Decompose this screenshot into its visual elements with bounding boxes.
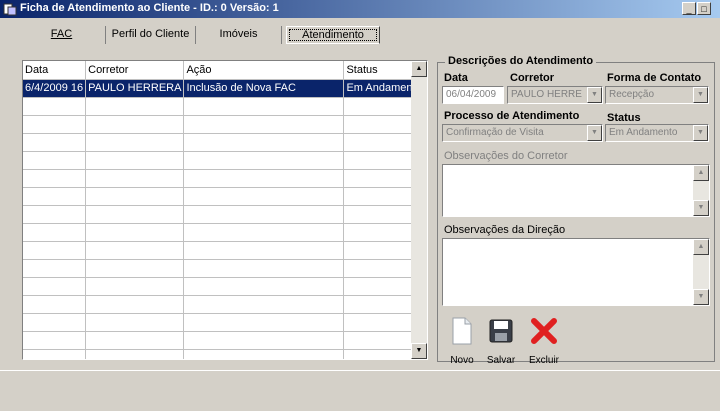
- tab-fac[interactable]: FAC: [18, 26, 106, 44]
- tab-atendimento[interactable]: Atendimento: [286, 26, 380, 44]
- corretor-label: Corretor: [510, 72, 555, 84]
- atendimentos-grid[interactable]: Data Corretor Ação Status 6/4/2009 16 PA…: [22, 60, 428, 360]
- delete-x-icon: [531, 318, 557, 344]
- obs-corretor-scrollbar[interactable]: ▲ ▼: [693, 165, 709, 216]
- table-row-empty[interactable]: [23, 223, 425, 242]
- novo-button[interactable]: Novo: [444, 316, 480, 366]
- dropdown-arrow-icon[interactable]: ▼: [693, 125, 708, 141]
- obs-corretor-label: Observações do Corretor: [444, 150, 568, 162]
- obs-direcao-scrollbar[interactable]: ▲ ▼: [693, 239, 709, 305]
- atendimentos-table: Data Corretor Ação Status 6/4/2009 16 PA…: [23, 61, 425, 359]
- obs-corretor-textarea[interactable]: ▲ ▼: [442, 164, 710, 217]
- scroll-down-arrow-icon[interactable]: ▼: [411, 343, 427, 359]
- cell-corretor: PAULO HERRERA: [85, 79, 185, 98]
- excluir-button[interactable]: Excluir: [524, 316, 564, 366]
- tab-perfil-do-cliente[interactable]: Perfil do Cliente: [106, 26, 196, 44]
- scroll-up-arrow-icon[interactable]: ▲: [693, 239, 709, 255]
- processo-label: Processo de Atendimento: [444, 110, 580, 122]
- cell-data: 6/4/2009 16: [23, 79, 87, 98]
- column-header-acao[interactable]: Ação: [183, 61, 345, 80]
- scroll-down-arrow-icon[interactable]: ▼: [693, 200, 709, 216]
- table-row-empty[interactable]: [23, 115, 425, 134]
- maximize-button[interactable]: □: [697, 2, 711, 15]
- group-title: Descrições do Atendimento: [445, 55, 597, 67]
- table-row-empty[interactable]: [23, 151, 425, 170]
- table-row-empty[interactable]: [23, 259, 425, 278]
- tab-imoveis[interactable]: Imóveis: [196, 26, 282, 44]
- obs-direcao-label: Observações da Direção: [444, 224, 566, 236]
- column-header-corretor[interactable]: Corretor: [85, 61, 185, 80]
- new-document-icon: [452, 317, 472, 345]
- floppy-disk-icon: [489, 319, 513, 343]
- salvar-button[interactable]: Salvar: [482, 316, 520, 366]
- column-header-data[interactable]: Data: [23, 61, 87, 80]
- forma-contato-label: Forma de Contato: [607, 72, 702, 84]
- dropdown-arrow-icon[interactable]: ▼: [693, 87, 708, 103]
- data-field[interactable]: 06/04/2009: [442, 86, 504, 104]
- table-row-empty[interactable]: [23, 295, 425, 314]
- table-row-empty[interactable]: [23, 133, 425, 152]
- table-row-empty[interactable]: [23, 241, 425, 260]
- scroll-up-arrow-icon[interactable]: ▲: [693, 165, 709, 181]
- status-label: Status: [607, 112, 641, 124]
- processo-select[interactable]: Confirmação de Visita ▼: [442, 124, 603, 142]
- table-row-empty[interactable]: [23, 169, 425, 188]
- table-row-empty[interactable]: [23, 331, 425, 350]
- table-row-empty[interactable]: [23, 349, 425, 359]
- dropdown-arrow-icon[interactable]: ▼: [587, 125, 602, 141]
- window-title-bar[interactable]: Ficha de Atendimento ao Cliente - ID.: 0…: [0, 0, 720, 18]
- forma-contato-select[interactable]: Recepção ▼: [605, 86, 709, 104]
- table-row-empty[interactable]: [23, 205, 425, 224]
- obs-direcao-textarea[interactable]: ▲ ▼: [442, 238, 710, 306]
- dropdown-arrow-icon[interactable]: ▼: [587, 87, 602, 103]
- table-row[interactable]: 6/4/2009 16 PAULO HERRERA Inclusão de No…: [23, 79, 425, 98]
- minimize-button[interactable]: _: [682, 2, 696, 15]
- app-icon: [3, 3, 17, 16]
- cell-acao: Inclusão de Nova FAC: [183, 79, 345, 98]
- status-select[interactable]: Em Andamento ▼: [605, 124, 709, 142]
- corretor-select[interactable]: PAULO HERRE ▼: [507, 86, 603, 104]
- status-bar: [0, 370, 720, 411]
- table-header-row: Data Corretor Ação Status: [23, 61, 425, 80]
- grid-vertical-scrollbar[interactable]: ▲ ▼: [411, 61, 427, 359]
- table-row-empty[interactable]: [23, 187, 425, 206]
- table-row-empty[interactable]: [23, 97, 425, 116]
- scroll-down-arrow-icon[interactable]: ▼: [693, 289, 709, 305]
- table-row-empty[interactable]: [23, 277, 425, 296]
- window-title: Ficha de Atendimento ao Cliente - ID.: 0…: [20, 2, 279, 14]
- table-row-empty[interactable]: [23, 313, 425, 332]
- data-label: Data: [444, 72, 468, 84]
- scroll-up-arrow-icon[interactable]: ▲: [411, 61, 427, 77]
